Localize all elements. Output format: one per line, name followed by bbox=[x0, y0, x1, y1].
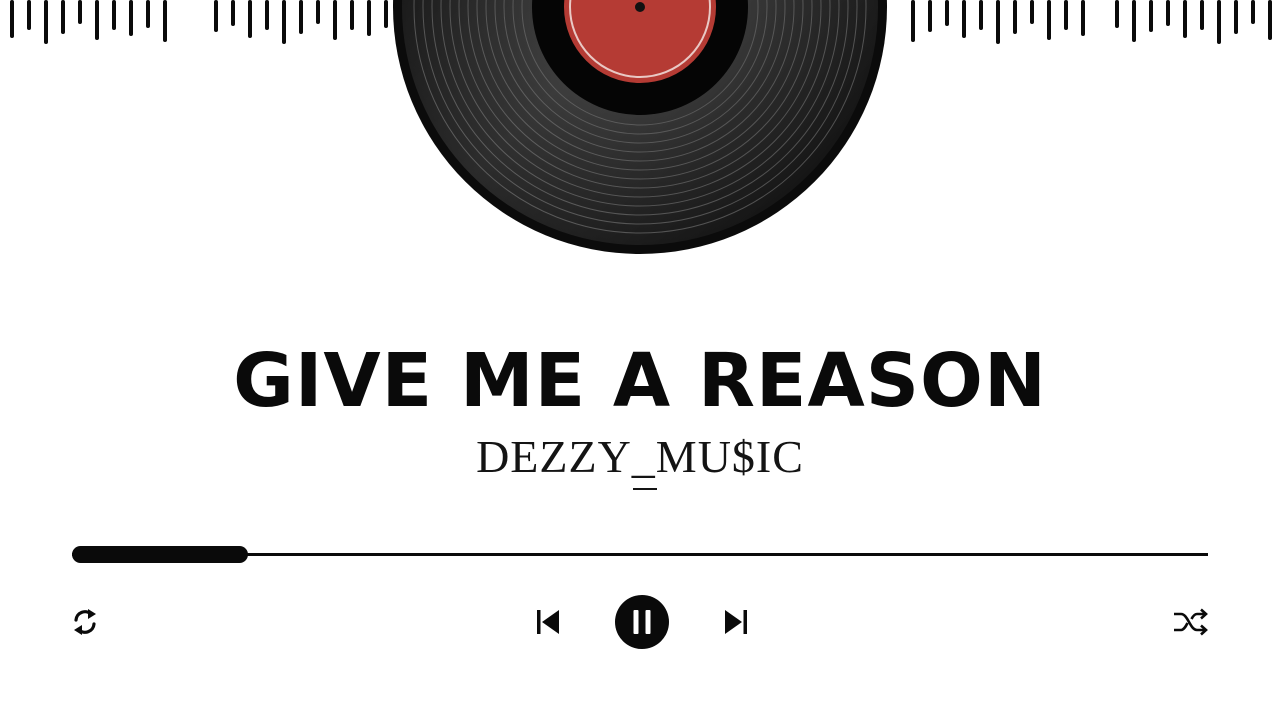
previous-track-button[interactable] bbox=[530, 603, 566, 641]
waveform-bar bbox=[282, 0, 286, 44]
waveform-bar bbox=[299, 0, 303, 34]
waveform-bar bbox=[265, 0, 269, 30]
waveform-bar bbox=[95, 0, 99, 40]
shuffle-button[interactable] bbox=[1170, 603, 1212, 641]
waveform-bar bbox=[911, 0, 915, 42]
waveform-bar bbox=[163, 0, 167, 42]
waveform-bar bbox=[1132, 0, 1136, 42]
repeat-icon bbox=[74, 609, 96, 635]
track-artist: DEZZY_MU$IC bbox=[476, 431, 804, 482]
pause-icon bbox=[615, 595, 669, 649]
waveform-bar bbox=[1047, 0, 1051, 40]
waveform-bar bbox=[27, 0, 31, 30]
waveform-bar bbox=[1234, 0, 1238, 34]
waveform-bar bbox=[367, 0, 371, 36]
waveform-bar bbox=[214, 0, 218, 32]
waveform-bar bbox=[350, 0, 354, 30]
waveform-bar bbox=[1217, 0, 1221, 44]
waveform-bar bbox=[384, 0, 388, 28]
waveform-bar bbox=[146, 0, 150, 28]
waveform-bar bbox=[112, 0, 116, 30]
waveform-bar bbox=[1030, 0, 1034, 24]
waveform-bar bbox=[1183, 0, 1187, 38]
waveform-bar bbox=[44, 0, 48, 44]
next-track-button[interactable] bbox=[718, 603, 754, 641]
waveform-bar bbox=[248, 0, 252, 38]
waveform-bar bbox=[316, 0, 320, 24]
waveform-bar bbox=[10, 0, 14, 38]
waveform-bar bbox=[979, 0, 983, 30]
skip-previous-icon bbox=[537, 610, 559, 634]
waveform-bar bbox=[962, 0, 966, 38]
progress-fill[interactable] bbox=[72, 546, 249, 563]
waveform-bar bbox=[333, 0, 337, 40]
waveform-bar bbox=[61, 0, 65, 34]
waveform-bar bbox=[1149, 0, 1153, 32]
waveform-bar bbox=[1200, 0, 1204, 30]
waveform-bar bbox=[1268, 0, 1272, 40]
shuffle-icon bbox=[1174, 608, 1208, 636]
waveform-bar bbox=[945, 0, 949, 26]
waveform-bar bbox=[231, 0, 235, 26]
waveform-bar bbox=[1064, 0, 1068, 30]
artist-underline bbox=[633, 488, 657, 490]
waveform-bar bbox=[1013, 0, 1017, 34]
pause-button[interactable] bbox=[615, 595, 669, 649]
track-title: GIVE ME A REASON bbox=[233, 338, 1047, 424]
waveform-bar bbox=[1251, 0, 1255, 24]
waveform-bar bbox=[1115, 0, 1119, 28]
waveform-bar bbox=[1081, 0, 1085, 36]
waveform-bar bbox=[78, 0, 82, 24]
vinyl-record bbox=[393, 0, 887, 254]
waveform-bar bbox=[1166, 0, 1170, 26]
waveform-bar bbox=[129, 0, 133, 36]
waveform-bar bbox=[928, 0, 932, 32]
progress-bar[interactable] bbox=[72, 545, 1208, 565]
waveform-bar bbox=[996, 0, 1000, 44]
repeat-button[interactable] bbox=[68, 603, 102, 641]
skip-next-icon bbox=[725, 610, 747, 634]
